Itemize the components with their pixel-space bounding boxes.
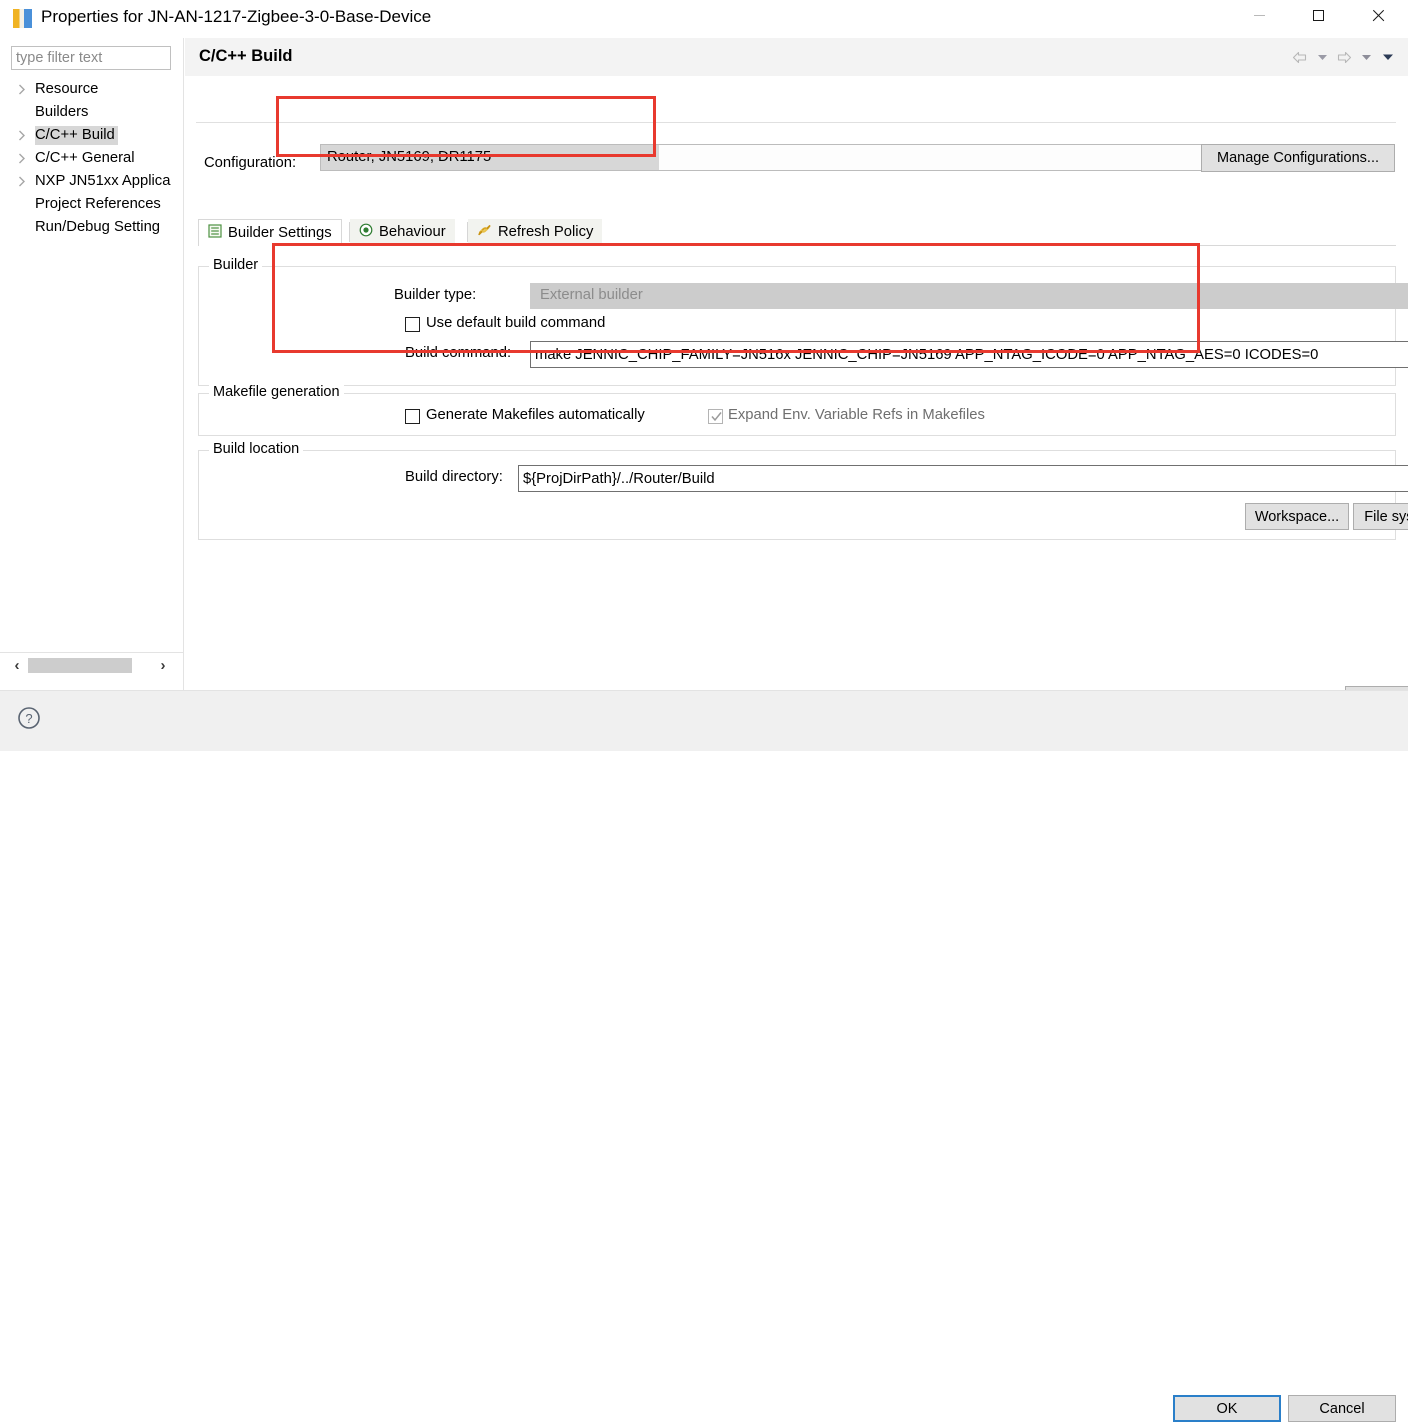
build-location-group-title: Build location [209, 441, 304, 457]
settings-tree-pane: Resource Builders C/C++ Build C/C++ Gene… [0, 38, 184, 690]
header-divider [196, 122, 1396, 123]
generate-makefiles-checkbox[interactable] [405, 409, 420, 424]
chevron-right-icon[interactable] [18, 170, 28, 193]
tab-label: Behaviour [379, 224, 446, 240]
expand-env-checkbox [708, 409, 723, 424]
window-title: Properties for JN-AN-1217-Zigbee-3-0-Bas… [41, 7, 432, 26]
checkmark-icon [711, 412, 722, 422]
ok-button[interactable]: OK [1173, 1395, 1281, 1422]
chevron-right-icon[interactable] [18, 124, 28, 147]
sidebar-item-run-debug-settings[interactable]: Run/Debug Setting [0, 216, 184, 239]
builder-type-dropdown: External builder [530, 283, 1408, 309]
tab-label: Builder Settings [228, 224, 332, 241]
sidebar-item-builders[interactable]: Builders [0, 101, 184, 124]
minimize-icon [1254, 14, 1265, 16]
build-directory-input[interactable] [518, 465, 1408, 492]
chevron-right-icon[interactable] [18, 78, 28, 101]
makefile-group-title: Makefile generation [209, 384, 344, 400]
page-title: C/C++ Build [199, 47, 293, 65]
close-icon [1371, 9, 1384, 22]
sidebar-item-project-references[interactable]: Project References [0, 193, 184, 216]
chevron-right-icon[interactable]: › [152, 653, 174, 678]
tab-builder-settings[interactable]: Builder Settings [198, 219, 342, 245]
tree-horizontal-scrollbar[interactable]: ‹ › [0, 652, 184, 678]
dialog-button-bar: ? OK Cancel [0, 690, 1408, 1422]
active-tab-join [199, 244, 336, 246]
tab-underline [198, 245, 1396, 246]
chevron-down-filled-icon[interactable] [1377, 47, 1399, 67]
chevron-left-icon[interactable]: ‹ [6, 653, 28, 678]
configuration-value: Router, JN5169, DR1175 [321, 145, 659, 170]
build-directory-label: Build directory: [405, 469, 503, 485]
sidebar-item-label: C/C++ Build [35, 126, 118, 145]
builder-type-value: External builder [540, 287, 643, 303]
arrow-right-icon[interactable] [1333, 47, 1355, 67]
sidebar-item-c-cpp-general[interactable]: C/C++ General [0, 147, 184, 170]
svg-text:?: ? [25, 711, 32, 726]
builder-settings-icon [208, 223, 222, 242]
configuration-dropdown[interactable]: Router, JN5169, DR1175 [320, 144, 1335, 171]
sidebar-item-c-cpp-build[interactable]: C/C++ Build [0, 124, 184, 147]
scrollbar-thumb[interactable] [28, 658, 132, 673]
sidebar-item-resource[interactable]: Resource [0, 78, 184, 101]
use-default-build-command-label: Use default build command [426, 315, 606, 331]
settings-tree: Resource Builders C/C++ Build C/C++ Gene… [0, 78, 184, 239]
sidebar-item-label: Builders [35, 104, 89, 120]
page-nav-icons [1289, 47, 1399, 67]
maximize-button[interactable] [1295, 0, 1342, 30]
expand-env-label: Expand Env. Variable Refs in Makefiles [728, 407, 985, 423]
sidebar-item-label: C/C++ General [35, 150, 135, 166]
builder-type-label: Builder type: [394, 287, 477, 303]
maximize-icon [1313, 9, 1324, 21]
tab-label: Refresh Policy [498, 224, 594, 240]
sidebar-item-nxp-jn51xx-application[interactable]: NXP JN51xx Applica [0, 170, 184, 193]
sidebar-item-label: Project References [35, 196, 161, 212]
filter-input[interactable] [11, 46, 171, 70]
build-location-groupbox: Build location [198, 441, 1396, 540]
builder-group-title: Builder [209, 257, 263, 273]
tab-behaviour[interactable]: Behaviour [350, 219, 455, 245]
use-default-build-command-checkbox[interactable] [405, 317, 420, 332]
build-command-input[interactable] [530, 341, 1408, 368]
eclipse-properties-icon [13, 9, 32, 28]
settings-content-pane: C/C++ Build Configuration: Router, JN516… [185, 38, 1408, 713]
sidebar-item-label: Resource [35, 81, 99, 97]
configuration-label: Configuration: [204, 155, 297, 171]
chevron-down-icon[interactable] [1311, 47, 1333, 67]
behaviour-target-icon [359, 223, 373, 241]
workspace-button[interactable]: Workspace... [1245, 503, 1349, 530]
tab-refresh-policy[interactable]: Refresh Policy [468, 219, 603, 245]
tabstrip: Builder Settings Behaviour Refresh Polic… [198, 219, 1396, 245]
generate-makefiles-label: Generate Makefiles automatically [426, 407, 645, 423]
file-system-button[interactable]: File system... [1353, 503, 1408, 530]
help-icon[interactable]: ? [17, 706, 41, 730]
chevron-right-icon[interactable] [18, 147, 28, 170]
window-titlebar: Properties for JN-AN-1217-Zigbee-3-0-Bas… [0, 0, 1408, 38]
refresh-policy-link-icon [477, 223, 492, 241]
minimize-button[interactable] [1236, 0, 1283, 30]
chevron-down-icon[interactable] [1355, 47, 1377, 67]
sidebar-item-label: NXP JN51xx Applica [35, 173, 171, 189]
page-header: C/C++ Build [185, 38, 1408, 76]
manage-configurations-button[interactable]: Manage Configurations... [1201, 144, 1395, 172]
cancel-button[interactable]: Cancel [1288, 1395, 1396, 1422]
build-command-label: Build command: [405, 345, 512, 361]
sidebar-item-label: Run/Debug Setting [35, 219, 161, 235]
close-button[interactable] [1354, 0, 1401, 30]
arrow-left-icon[interactable] [1289, 47, 1311, 67]
